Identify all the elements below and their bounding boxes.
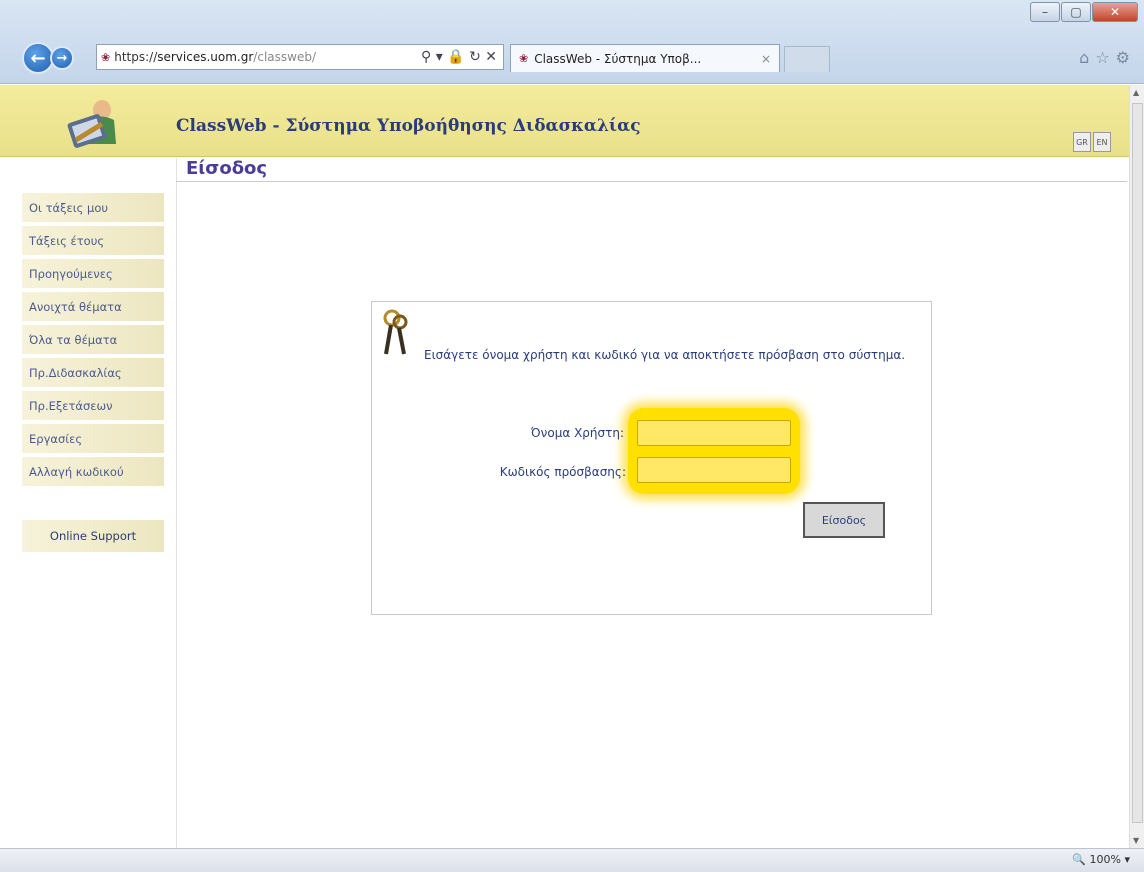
login-button[interactable]: Είσοδος [803, 502, 885, 538]
login-instructions: Εισάγετε όνομα χρήστη και κωδικό για να … [424, 348, 906, 362]
arrow-right-icon: → [56, 50, 68, 66]
sidebar-menu: Οι τάξεις μου Τάξεις έτους Προηγούμενες … [22, 193, 164, 490]
lang-gr-button[interactable]: GR [1073, 132, 1091, 152]
url-host: services.uom.gr [157, 50, 254, 64]
sidebar-item-exam-schedule[interactable]: Πρ.Εξετάσεων [22, 391, 164, 420]
sidebar-item-teaching-schedule[interactable]: Πρ.Διδασκαλίας [22, 358, 164, 387]
vertical-scrollbar[interactable]: ▲ ▼ [1129, 85, 1144, 848]
online-support-link[interactable]: Online Support [22, 520, 164, 552]
title-divider [176, 181, 1127, 182]
sidebar-item-previous[interactable]: Προηγούμενες [22, 259, 164, 288]
forward-button[interactable]: → [50, 46, 74, 70]
minimize-button[interactable]: – [1030, 2, 1060, 22]
language-switcher: GR EN [1073, 132, 1111, 152]
arrow-left-icon: ← [30, 47, 46, 69]
sidebar-divider [176, 158, 177, 848]
toolbar-icons[interactable]: ⌂☆⚙ [1079, 48, 1136, 67]
url-prefix: https:// [114, 50, 158, 64]
password-input[interactable] [637, 457, 791, 483]
sidebar-item-assignments[interactable]: Εργασίες [22, 424, 164, 453]
sidebar-item-change-password[interactable]: Αλλαγή κωδικού [22, 457, 164, 486]
address-url: https://services.uom.gr/classweb/ [114, 50, 316, 64]
sidebar-item-open-topics[interactable]: Ανοιχτά θέματα [22, 292, 164, 321]
scroll-thumb[interactable] [1132, 103, 1143, 823]
lang-en-button[interactable]: EN [1093, 132, 1111, 152]
sidebar-item-year-classes[interactable]: Τάξεις έτους [22, 226, 164, 255]
zoom-value: 100% [1089, 853, 1121, 866]
maximize-button[interactable]: ▢ [1061, 2, 1091, 22]
teacher-logo-icon [67, 100, 116, 148]
username-input[interactable] [637, 420, 791, 446]
page-title: Είσοδος [186, 158, 268, 179]
status-bar [0, 848, 1144, 872]
browser-tab[interactable]: ❀ ClassWeb - Σύστημα Υποβ... × [510, 44, 780, 72]
sidebar-item-all-topics[interactable]: Όλα τα θέματα [22, 325, 164, 354]
close-window-button[interactable]: ✕ [1092, 2, 1138, 22]
password-label: Κωδικός πρόσβασης: [499, 465, 626, 479]
new-tab-button[interactable] [784, 46, 830, 72]
address-bar[interactable]: ❀ https://services.uom.gr/classweb/ ⚲ ▾ … [96, 44, 504, 70]
url-path: /classweb/ [253, 50, 316, 64]
tab-close-button[interactable]: × [761, 52, 771, 66]
zoom-icon: 🔍 [1072, 853, 1087, 866]
sidebar-item-my-classes[interactable]: Οι τάξεις μου [22, 193, 164, 222]
zoom-level[interactable]: 🔍 100% ▾ [1072, 853, 1130, 866]
window-controls: – ▢ ✕ [1029, 2, 1138, 24]
username-label: Όνομα Χρήστη: [530, 426, 624, 440]
site-favicon-icon: ❀ [101, 50, 111, 64]
address-bar-icons[interactable]: ⚲ ▾ 🔒 ↻ ✕ [421, 49, 497, 65]
tab-title: ClassWeb - Σύστημα Υποβ... [534, 51, 702, 66]
tab-favicon-icon: ❀ [519, 52, 529, 65]
scroll-up-icon[interactable]: ▲ [1133, 88, 1139, 97]
app-title: ClassWeb - Σύστημα Υποβοήθησης Διδασκαλί… [176, 116, 641, 136]
scroll-down-icon[interactable]: ▼ [1133, 836, 1139, 845]
